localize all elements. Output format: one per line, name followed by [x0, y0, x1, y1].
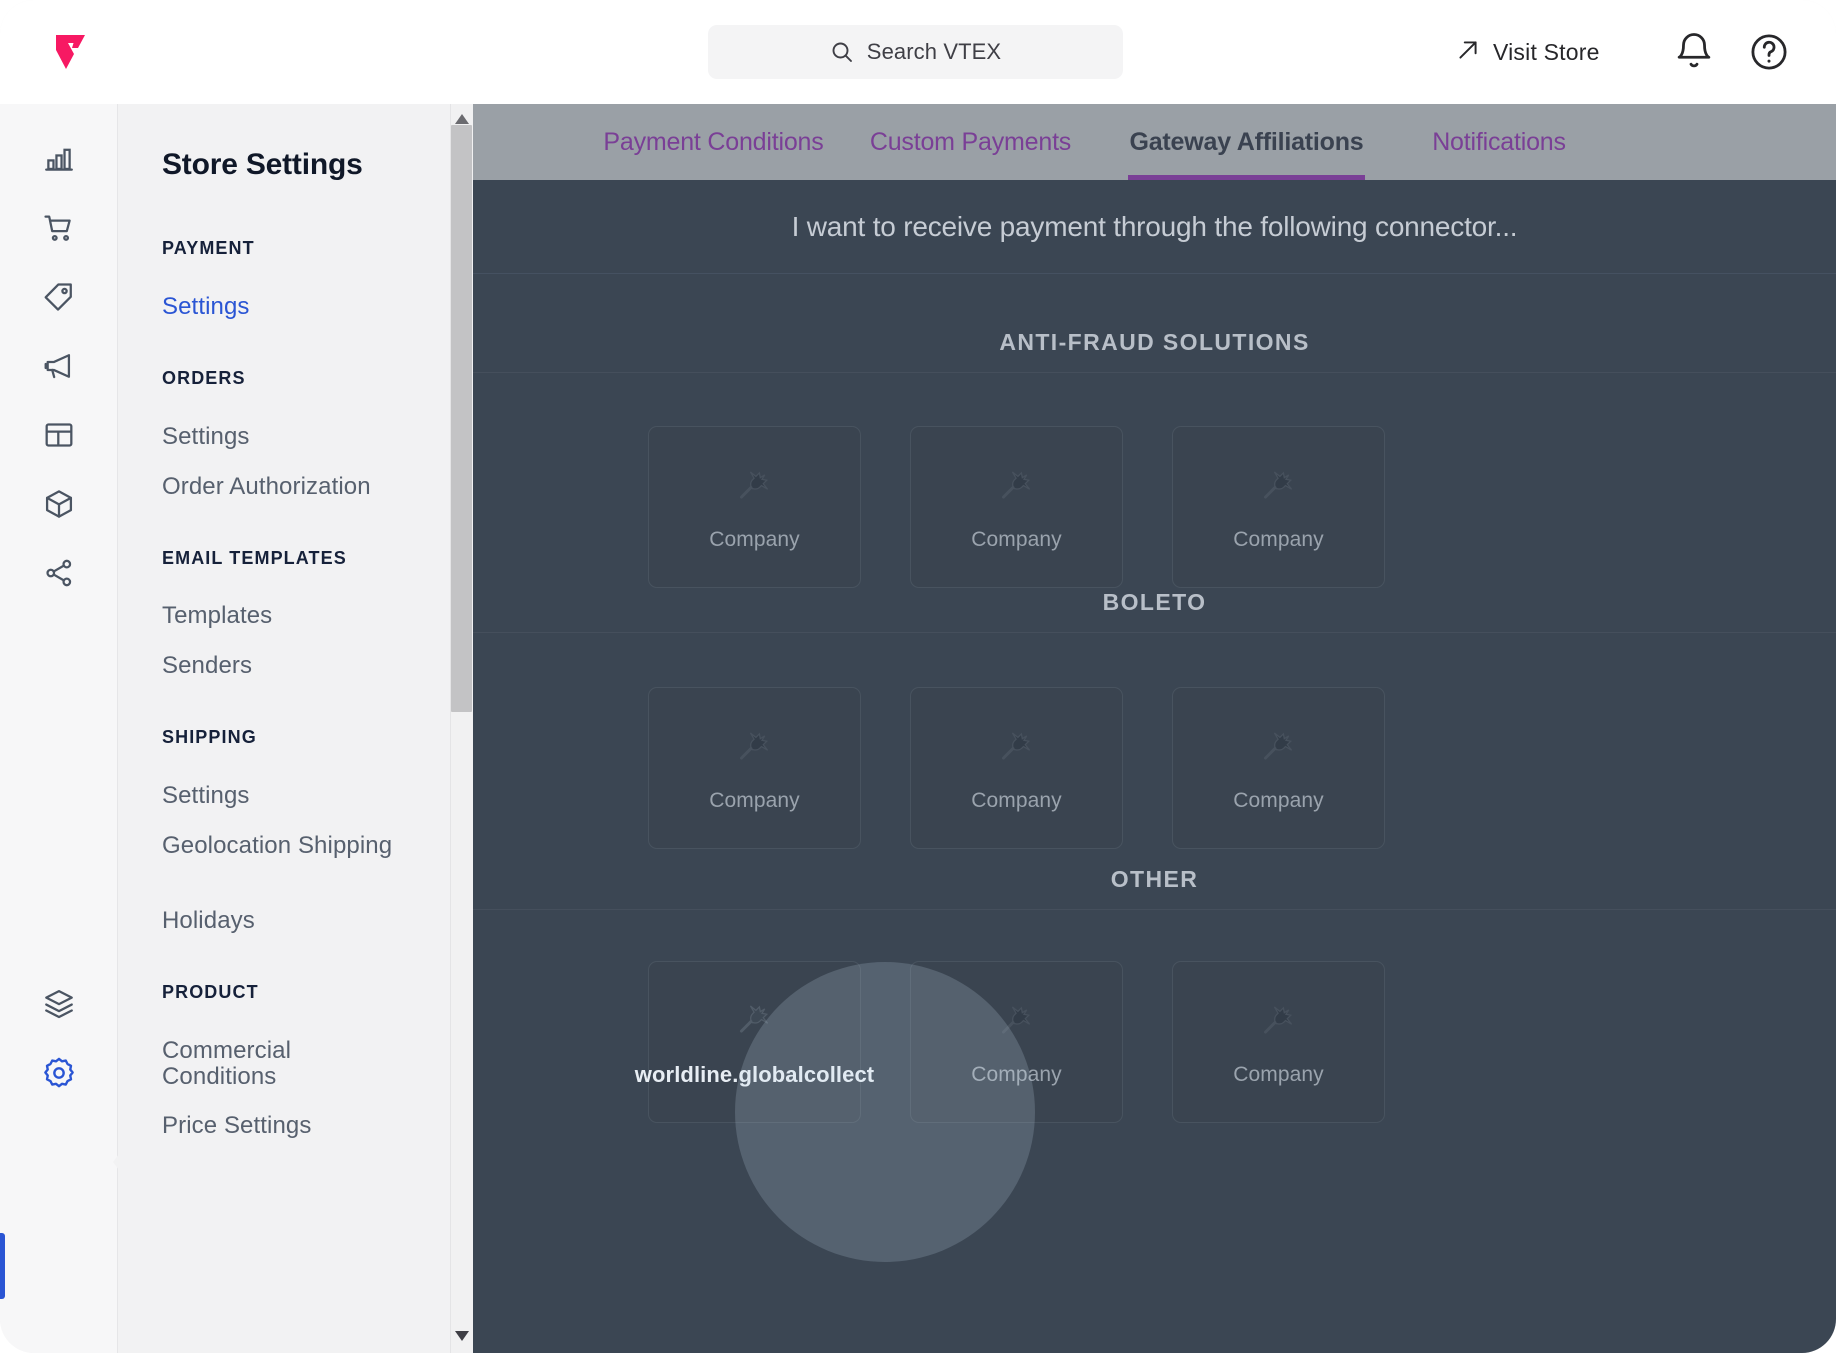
external-link-arrow-icon: [1455, 37, 1481, 68]
connector-card-label: Company: [1233, 527, 1324, 551]
plug-icon: [995, 998, 1039, 1047]
nav-group-email-templates: EMAIL TEMPLATES: [162, 548, 347, 568]
store-settings-sidebar: Store Settings PAYMENT Settings ORDERS S…: [118, 104, 473, 1353]
rail-item-integrations[interactable]: [32, 546, 86, 600]
tab-gateway-affiliations[interactable]: Gateway Affiliations: [1128, 104, 1365, 180]
layers-icon: [42, 987, 76, 1021]
plug-icon: [1257, 463, 1301, 512]
plug-icon: [995, 463, 1039, 512]
rail-item-analytics[interactable]: [32, 132, 86, 186]
connector-card-label: Company: [1233, 788, 1324, 812]
sidebar-item-geolocation-shipping[interactable]: Geolocation Shipping: [162, 833, 412, 859]
plug-icon: [1257, 998, 1301, 1047]
plug-icon: [995, 724, 1039, 773]
visit-store-label: Visit Store: [1493, 38, 1600, 65]
scroll-up-arrow-icon[interactable]: [455, 111, 469, 124]
sidebar-scrollbar-thumb[interactable]: [451, 125, 472, 712]
connector-card[interactable]: Company: [648, 687, 861, 849]
section-divider: [473, 372, 1836, 373]
share-icon: [42, 556, 76, 590]
analytics-icon: [42, 142, 76, 176]
section-heading-boleto: BOLETO: [1102, 589, 1207, 615]
tab-payment-conditions[interactable]: Payment Conditions: [596, 104, 831, 180]
connector-card-label: Company: [709, 788, 800, 812]
connector-card[interactable]: Company: [648, 426, 861, 588]
connector-card[interactable]: Company: [910, 426, 1123, 588]
plug-icon: [733, 463, 777, 512]
scroll-down-arrow-icon[interactable]: [455, 1328, 469, 1341]
vtex-logo-icon[interactable]: [52, 30, 96, 74]
rail-item-promotions[interactable]: [32, 270, 86, 324]
page-title: Store Settings: [162, 148, 363, 181]
sidebar-item-senders[interactable]: Senders: [162, 653, 252, 679]
connector-card-label: Company: [971, 788, 1062, 812]
connector-card[interactable]: Company: [1172, 426, 1385, 588]
rail-item-storefront[interactable]: [32, 408, 86, 462]
section-divider: [473, 909, 1836, 910]
section-heading-other: OTHER: [1110, 866, 1199, 892]
connector-card[interactable]: Company: [910, 687, 1123, 849]
app-window: Search VTEX Visit Store Store Settings P…: [0, 0, 1836, 1353]
sidebar-item-commercial-conditions[interactable]: Commercial Conditions: [162, 1038, 412, 1090]
connector-card-label: worldline.globalcollect: [634, 1061, 875, 1087]
connector-card-label: Company: [1233, 1062, 1324, 1086]
connector-card[interactable]: Company: [1172, 687, 1385, 849]
connector-headline: I want to receive payment through the fo…: [791, 210, 1518, 242]
plug-icon: [733, 997, 777, 1046]
sidebar-item-holidays[interactable]: Holidays: [162, 908, 255, 934]
sidebar-item-price-settings[interactable]: Price Settings: [162, 1113, 311, 1139]
sidebar-item-shipping-settings[interactable]: Settings: [162, 783, 250, 809]
nav-group-orders: ORDERS: [162, 368, 246, 388]
connector-card[interactable]: Company: [1172, 961, 1385, 1123]
nav-group-payment: PAYMENT: [162, 238, 255, 258]
tag-icon: [42, 280, 76, 314]
rail-item-catalog[interactable]: [32, 477, 86, 531]
rail-active-indicator: [0, 1233, 5, 1299]
tab-bar: Payment Conditions Custom Payments Gatew…: [473, 104, 1836, 180]
connector-card-label: Company: [971, 1062, 1062, 1086]
top-bar: Search VTEX Visit Store: [0, 0, 1836, 104]
nav-group-shipping: SHIPPING: [162, 727, 257, 747]
rail-item-apps[interactable]: [32, 977, 86, 1031]
megaphone-icon: [42, 349, 76, 383]
rail-item-orders[interactable]: [32, 201, 86, 255]
connector-headline-band: I want to receive payment through the fo…: [473, 180, 1836, 274]
nav-group-product: PRODUCT: [162, 982, 259, 1002]
help-circle-icon[interactable]: [1748, 31, 1790, 73]
sidebar-item-payment-settings[interactable]: Settings: [162, 294, 250, 320]
section-heading-anti-fraud: ANTI-FRAUD SOLUTIONS: [999, 329, 1310, 355]
sidebar-item-order-authorization[interactable]: Order Authorization: [162, 474, 371, 500]
layout-icon: [42, 418, 76, 452]
visit-store-button[interactable]: Visit Store: [1455, 26, 1600, 78]
cart-icon: [42, 211, 76, 245]
connector-card-label: Company: [971, 527, 1062, 551]
connector-card[interactable]: Company: [910, 961, 1123, 1123]
connector-card-worldline-globalcollect[interactable]: worldline.globalcollect: [635, 961, 874, 1123]
sidebar-item-templates[interactable]: Templates: [162, 603, 272, 629]
box-icon: [42, 487, 76, 521]
section-divider: [473, 632, 1836, 633]
plug-icon: [1257, 724, 1301, 773]
plug-icon: [733, 724, 777, 773]
rail-item-settings[interactable]: [32, 1046, 86, 1100]
icon-rail: [0, 104, 118, 1353]
main-content: Payment Conditions Custom Payments Gatew…: [473, 104, 1836, 1353]
rail-item-marketing[interactable]: [32, 339, 86, 393]
bell-icon[interactable]: [1673, 31, 1715, 73]
search-input[interactable]: Search VTEX: [708, 25, 1123, 79]
connector-card-label: Company: [709, 527, 800, 551]
tab-custom-payments[interactable]: Custom Payments: [863, 104, 1078, 180]
search-placeholder-text: Search VTEX: [866, 39, 1002, 64]
sidebar-item-orders-settings[interactable]: Settings: [162, 424, 250, 450]
search-icon: [830, 40, 854, 64]
tab-notifications[interactable]: Notifications: [1408, 104, 1590, 180]
gear-icon: [41, 1055, 77, 1091]
